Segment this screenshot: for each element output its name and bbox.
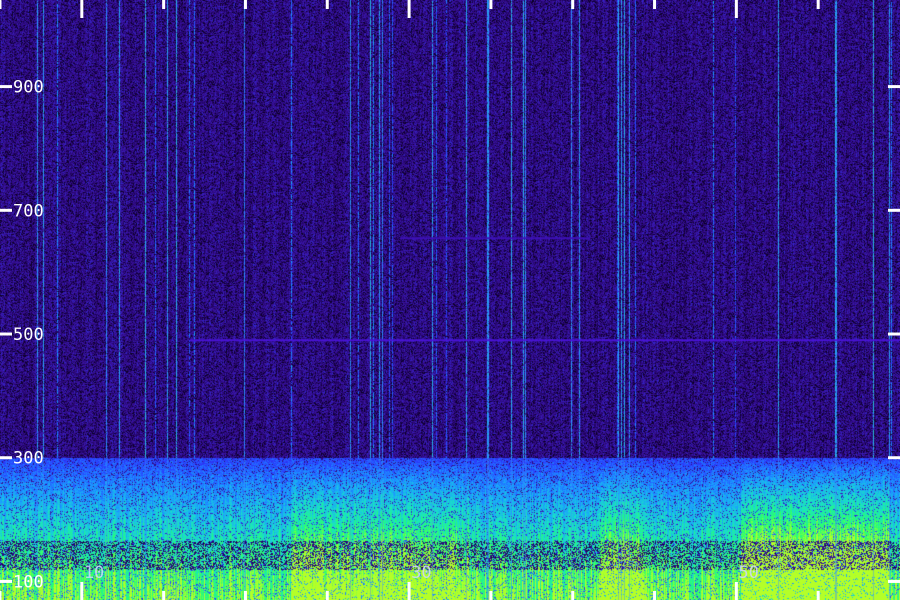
- x-tick-label: 50: [738, 563, 758, 583]
- axis-overlay: 10 30 50 100 300 500 700 900: [0, 0, 900, 600]
- y-tick-label: 100: [13, 572, 44, 592]
- y-axis-ticks: 100 300 500 700 900: [0, 78, 900, 592]
- x-tick-label: 30: [411, 563, 431, 583]
- y-tick-label: 300: [13, 449, 44, 469]
- x-axis-ticks: 10 30 50: [0, 0, 820, 600]
- y-tick-label: 900: [13, 78, 44, 98]
- x-tick-label: 10: [84, 563, 104, 583]
- y-tick-label: 500: [13, 325, 44, 345]
- y-tick-label: 700: [13, 201, 44, 221]
